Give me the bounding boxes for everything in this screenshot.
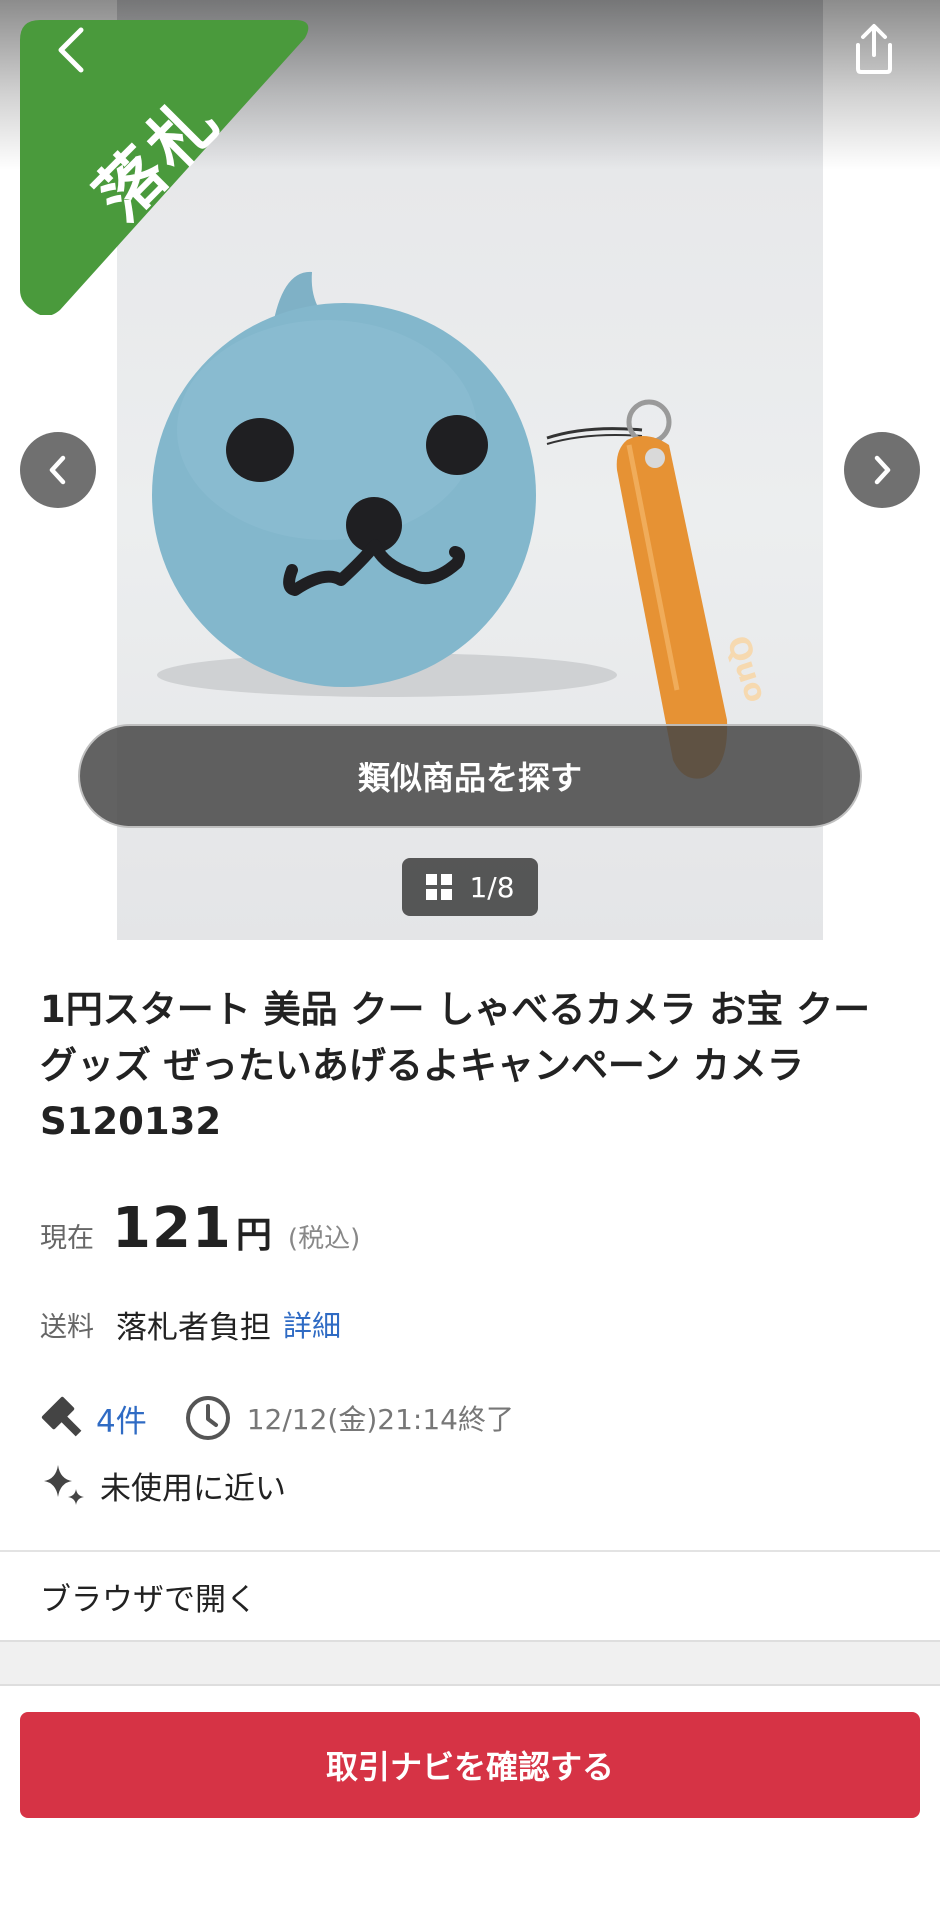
item-condition: 未使用に近い [100, 1470, 286, 1507]
image-counter-text: 1/8 [469, 870, 515, 904]
shipping-details-link[interactable]: 詳細 [283, 1303, 341, 1345]
transaction-navi-button[interactable]: 取引ナビを確認する [20, 1712, 920, 1818]
clock-icon [185, 1396, 230, 1440]
shipping-label: 送料 [40, 1311, 94, 1343]
grid-icon [426, 874, 453, 900]
price-unit: 円 [235, 1215, 272, 1256]
image-counter[interactable]: 1/8 [402, 858, 538, 916]
item-title: 1円スタート 美品 クー しゃべるカメラ お宝 クーグッズ ぜったいあげるよキャ… [40, 988, 871, 1143]
condition-row: 未使用に近い [40, 1460, 286, 1510]
price-label: 現在 [40, 1223, 94, 1254]
share-button[interactable] [843, 18, 905, 80]
find-similar-button[interactable]: 類似商品を探す [78, 724, 862, 828]
strap-logo: Quo [719, 632, 773, 707]
price-row: 現在 121 円 (税込) [40, 1196, 360, 1266]
open-in-browser-link[interactable]: ブラウザで開く [0, 1552, 940, 1640]
section-separator [0, 1640, 940, 1686]
back-button[interactable] [42, 22, 98, 78]
chevron-right-icon [874, 455, 891, 485]
price-tax-note: (税込) [287, 1224, 361, 1254]
item-detail-page: Quo 落札 類似商品を探す 1/8 1円スタート 美品 クー しゃべるカメラ … [0, 0, 940, 1920]
share-icon [856, 24, 892, 74]
shipping-value: 落札者負担 [116, 1309, 271, 1346]
end-time: 12/12(金)21:14終了 [246, 1403, 514, 1436]
sparkle-icon [44, 1465, 84, 1505]
price-value: 121 [112, 1196, 232, 1261]
shipping-row: 送料 落札者負担 詳細 [40, 1302, 341, 1346]
chevron-left-icon [49, 455, 66, 485]
auction-meta-row: 4件 12/12(金)21:14終了 [40, 1392, 514, 1444]
bid-count-link[interactable]: 4件 [96, 1396, 147, 1441]
next-image-button[interactable] [844, 432, 920, 508]
back-icon [58, 27, 84, 73]
gavel-icon [41, 1396, 82, 1437]
previous-image-button[interactable] [20, 432, 96, 508]
image-gallery[interactable]: Quo 落札 類似商品を探す 1/8 [0, 0, 940, 940]
